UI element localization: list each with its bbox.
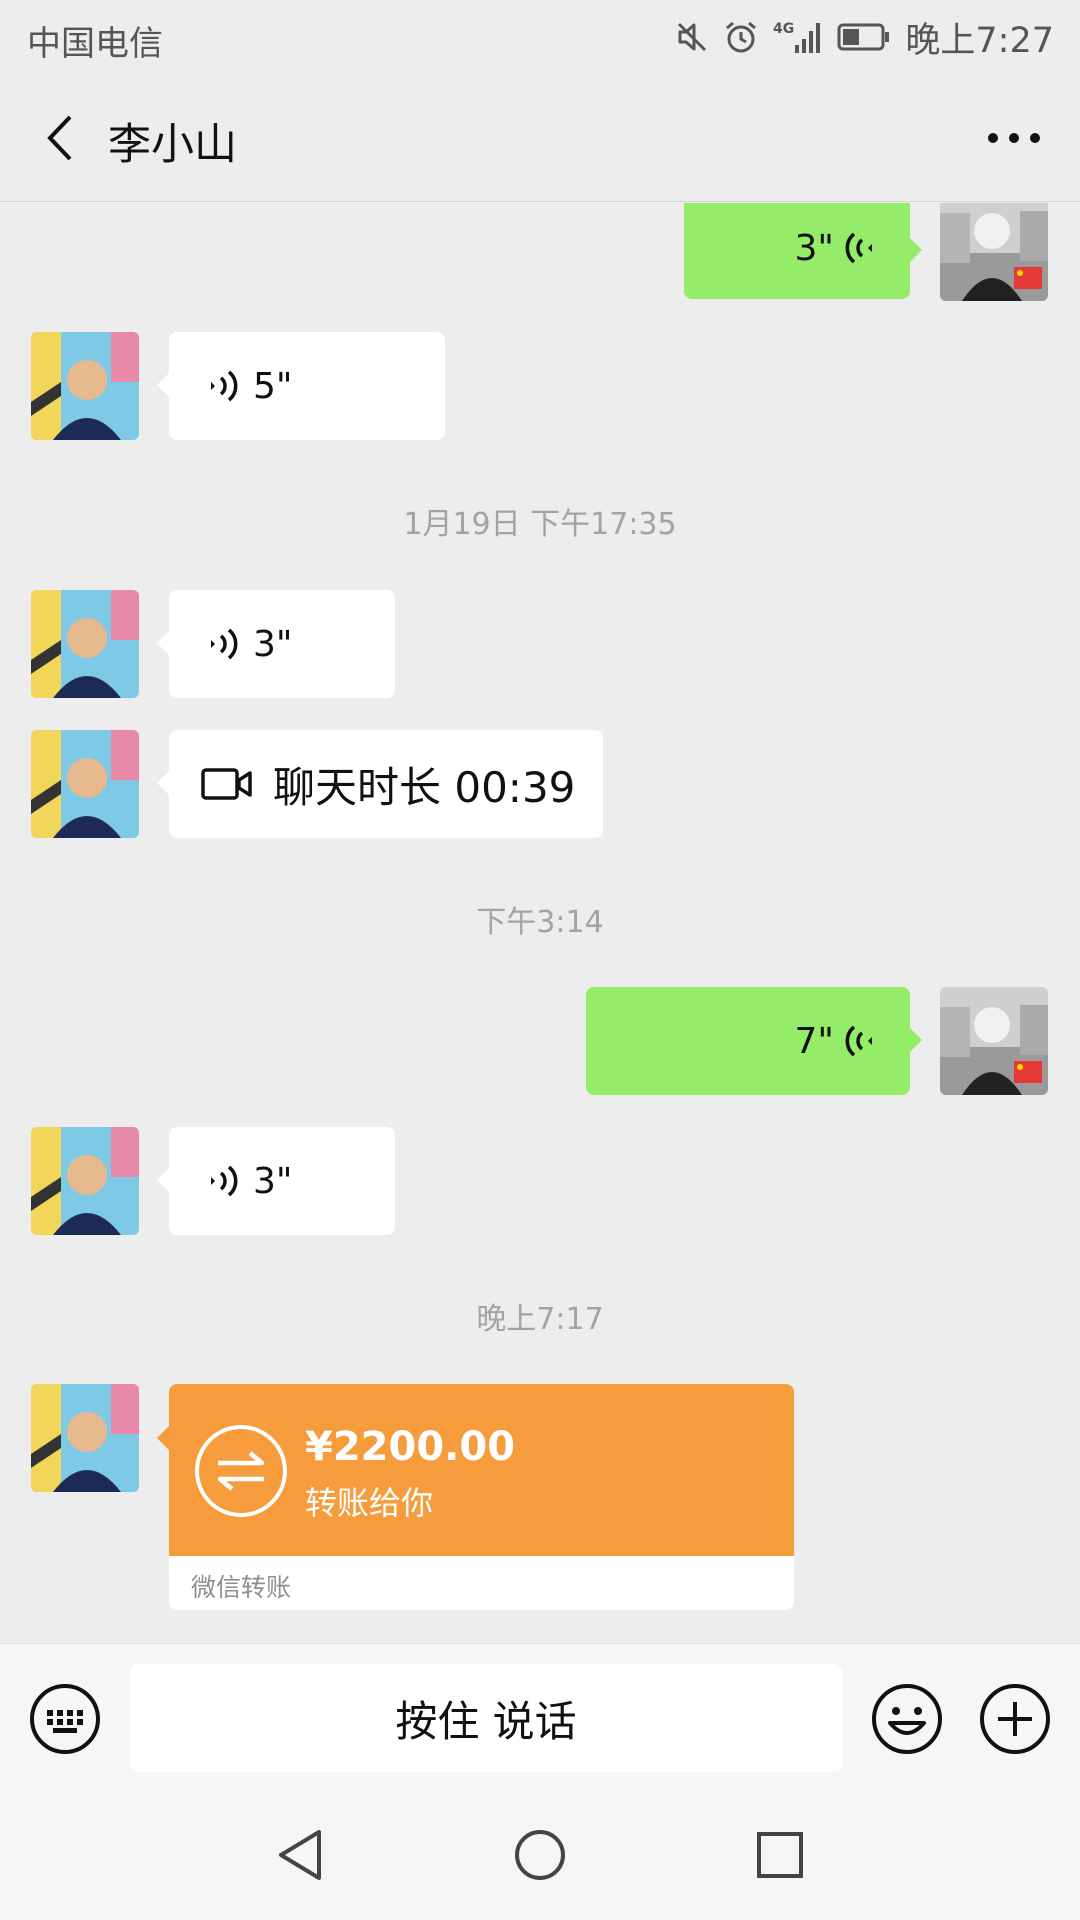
contact-avatar[interactable] <box>31 332 139 440</box>
hold-to-talk-button[interactable]: 按住 说话 <box>130 1664 842 1772</box>
voice-wave-icon <box>209 369 239 403</box>
message-timestamp: 1月19日 下午17:35 <box>403 507 677 542</box>
chat-header: 李小山 <box>0 74 1080 202</box>
system-navigation-bar <box>0 1791 1080 1920</box>
emoji-button[interactable] <box>870 1682 944 1756</box>
voice-message-sent[interactable]: 3" <box>684 203 922 299</box>
contact-avatar[interactable] <box>31 730 139 838</box>
voice-message-sent[interactable]: 7" <box>586 987 922 1095</box>
message-timestamp: 下午3:14 <box>476 905 604 940</box>
emoji-icon <box>872 1684 942 1754</box>
transfer-label: 微信转账 <box>191 1573 292 1602</box>
voice-duration: 3" <box>253 1160 293 1202</box>
transfer-arrows-icon <box>195 1425 287 1517</box>
wechat-chat-screen: 中国电信 4G 晚上7:27 李小山 3" 5" 1月19日 下午17:35 3… <box>0 0 1080 1920</box>
circle-home-icon <box>515 1830 565 1880</box>
voice-wave-icon <box>209 627 239 661</box>
square-recents-icon <box>757 1832 803 1878</box>
voice-message-received[interactable]: 3" <box>157 590 395 698</box>
system-recents-button[interactable] <box>750 1825 810 1885</box>
mute-icon <box>675 20 709 54</box>
transfer-description: 转账给你 <box>305 1484 434 1522</box>
chat-title: 李小山 <box>108 120 237 170</box>
system-back-button[interactable] <box>270 1825 330 1885</box>
message-timestamp: 晚上7:17 <box>476 1302 604 1337</box>
voice-duration: 3" <box>253 623 293 665</box>
chevron-left-icon <box>47 115 72 161</box>
system-home-button[interactable] <box>510 1825 570 1885</box>
more-functions-button[interactable] <box>978 1682 1052 1756</box>
more-dots-icon <box>988 133 1040 143</box>
voice-duration: 3" <box>794 227 834 269</box>
contact-avatar[interactable] <box>31 590 139 698</box>
video-call-message[interactable]: 聊天时长 00:39 <box>157 730 603 838</box>
battery-icon <box>837 22 891 52</box>
call-duration-text: 聊天时长 00:39 <box>273 762 576 812</box>
message-list[interactable]: 3" 5" 1月19日 下午17:35 3" 聊天时长 00:39 下午3:14… <box>0 203 1080 1643</box>
network-type-label: 4G <box>773 21 794 37</box>
transfer-card[interactable]: ¥2200.00 转账给你 微信转账 <box>169 1384 794 1610</box>
back-button[interactable] <box>30 108 90 168</box>
more-options-button[interactable] <box>982 108 1046 168</box>
input-bar: 按住 说话 <box>0 1643 1080 1791</box>
my-avatar[interactable] <box>940 987 1048 1095</box>
contact-avatar[interactable] <box>31 1384 139 1492</box>
voice-message-received[interactable]: 3" <box>157 1127 395 1235</box>
voice-message-received[interactable]: 5" <box>157 332 445 440</box>
status-bar: 中国电信 4G 晚上7:27 <box>0 0 1080 74</box>
voice-wave-icon <box>209 1164 239 1198</box>
voice-wave-icon <box>844 1024 874 1058</box>
keyboard-toggle-button[interactable] <box>28 1682 102 1756</box>
contact-avatar[interactable] <box>31 1127 139 1235</box>
transfer-card-header: ¥2200.00 转账给你 <box>169 1384 794 1556</box>
voice-wave-icon <box>844 231 874 265</box>
status-time: 晚上7:27 <box>905 20 1054 61</box>
status-icons: 4G 晚上7:27 <box>675 14 1054 61</box>
video-camera-icon <box>201 767 253 801</box>
alarm-icon <box>723 19 759 55</box>
signal-icon: 4G <box>773 19 823 55</box>
voice-duration: 7" <box>794 1020 834 1062</box>
plus-circle-icon <box>980 1684 1050 1754</box>
carrier-name: 中国电信 <box>27 24 163 64</box>
voice-duration: 5" <box>253 365 293 407</box>
keyboard-icon <box>30 1684 100 1754</box>
my-avatar[interactable] <box>940 203 1048 301</box>
triangle-back-icon <box>279 1830 321 1880</box>
transfer-amount: ¥2200.00 <box>305 1424 516 1470</box>
